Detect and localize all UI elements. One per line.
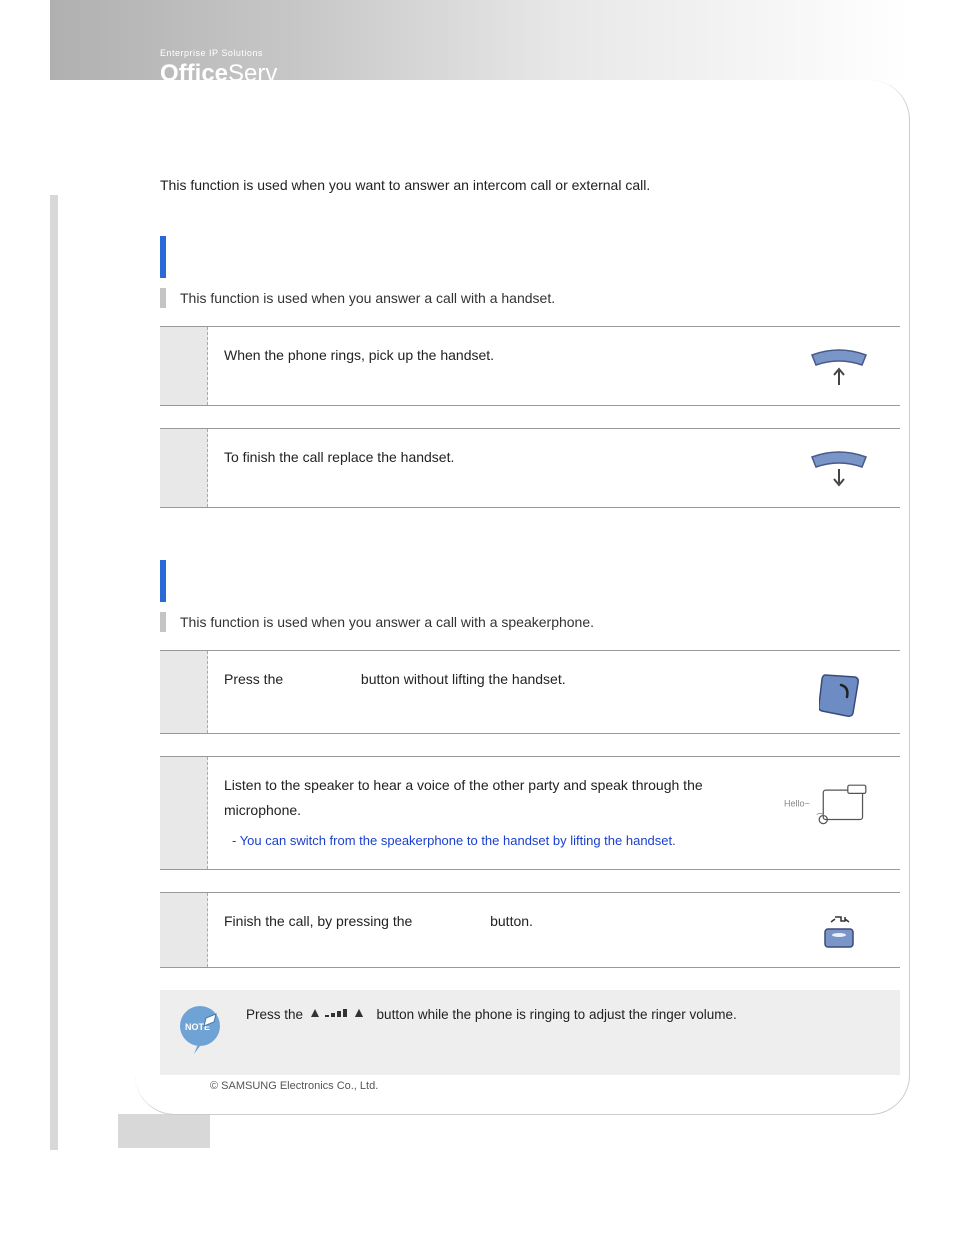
step-text: To finish the call replace the handset. [224, 445, 794, 470]
blue-accent-bar [160, 560, 166, 602]
brand-name: OfficeServ [160, 60, 277, 87]
copyright-footer: © SAMSUNG Electronics Co., Ltd. [210, 1080, 378, 1092]
section-subheading-2: This function is used when you answer a … [160, 612, 900, 632]
step-row: Listen to the speaker to hear a voice of… [160, 756, 900, 870]
step-text: Finish the call, by pressing the button. [224, 909, 794, 934]
section-subheading-1: This function is used when you answer a … [160, 288, 900, 308]
step-row: When the phone rings, pick up the handse… [160, 326, 900, 406]
note-icon: NOTE [176, 1004, 228, 1061]
intro-text: This function is used when you want to a… [160, 175, 900, 196]
step-number-col [160, 757, 208, 869]
step-note-text: - You can switch from the speakerphone t… [224, 829, 754, 852]
section2-desc: This function is used when you answer a … [180, 614, 594, 630]
handset-replace-icon [794, 445, 884, 491]
brand-logo: Enterprise IP Solutions OfficeServ [160, 48, 277, 88]
step-text: Listen to the speaker to hear a voice of… [224, 773, 774, 853]
step-text: When the phone rings, pick up the handse… [224, 343, 794, 368]
left-margin-bar [50, 195, 58, 1150]
grey-accent-bar [160, 288, 166, 308]
step-number-col [160, 327, 208, 405]
speaker-button-icon [794, 909, 884, 951]
section1-desc: This function is used when you answer a … [180, 290, 555, 306]
svg-text:Hello~: Hello~ [784, 798, 810, 808]
note-text: Press the button while the phone is ring… [246, 1004, 737, 1026]
step-row: Finish the call, by pressing the button. [160, 892, 900, 968]
main-content: This function is used when you want to a… [160, 100, 900, 1075]
step-row: To finish the call replace the handset. [160, 428, 900, 508]
footer-grey-tab [118, 1114, 210, 1148]
note-box: NOTE Press the button while t [160, 990, 900, 1075]
step-number-col [160, 893, 208, 967]
section-heading-1 [160, 236, 900, 278]
grey-accent-bar [160, 612, 166, 632]
section-heading-2 [160, 560, 900, 602]
blue-accent-bar [160, 236, 166, 278]
step-number-col [160, 429, 208, 507]
volume-button-icon [311, 1004, 369, 1026]
send-key-icon [794, 667, 884, 717]
step-text: Press the button without lifting the han… [224, 667, 794, 692]
step-row: Press the button without lifting the han… [160, 650, 900, 734]
speakerphone-icon: Hello~ [774, 773, 884, 829]
step-number-col [160, 651, 208, 733]
handset-pickup-icon [794, 343, 884, 389]
brand-tagline: Enterprise IP Solutions [160, 48, 277, 58]
